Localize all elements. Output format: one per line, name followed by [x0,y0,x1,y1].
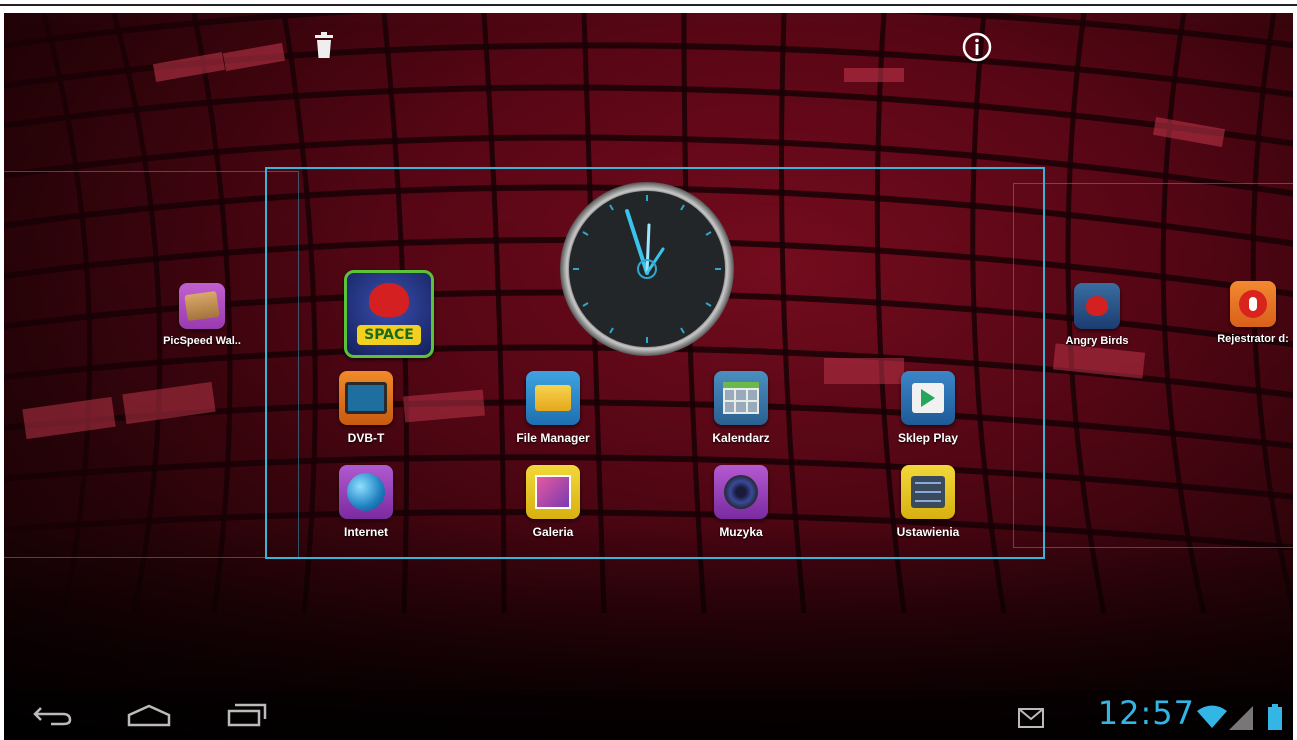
clock-face [560,182,734,356]
recorder-icon [1230,281,1276,327]
app-label: PicSpeed Wal.. [163,335,241,347]
app-label: Muzyka [719,525,763,539]
space-badge: SPACE [357,325,421,345]
app-sklep-play[interactable]: Sklep Play [868,371,988,445]
app-label: DVB-T [347,431,385,445]
tv-icon [339,371,393,425]
play-store-icon [901,371,955,425]
status-clock[interactable]: 12:57 [1098,694,1195,732]
analog-clock-widget[interactable] [559,181,735,357]
app-label: Internet [343,525,388,539]
app-info-drop-target[interactable] [959,29,995,65]
top-border [0,4,1297,6]
app-picspeed[interactable]: PicSpeed Wal.. [142,283,262,347]
settings-icon [901,465,955,519]
app-label: File Manager [516,431,590,445]
app-label: Ustawienia [896,525,960,539]
calendar-icon [714,371,768,425]
delete-drop-target[interactable] [306,27,342,63]
app-dvb-t[interactable]: DVB-T [306,371,426,445]
system-bar: 12:57 [4,690,1293,740]
wifi-icon [1197,705,1227,728]
app-ustawienia[interactable]: Ustawienia [868,465,988,539]
app-label: Angry Birds [1065,335,1129,347]
speaker-icon [714,465,768,519]
home-icon [127,704,171,727]
home-button[interactable] [124,700,174,730]
folder-icon [526,371,580,425]
recents-icon [227,703,267,727]
app-label: Kalendarz [712,431,770,445]
signal-icon [1229,706,1253,730]
app-galeria[interactable]: Galeria [493,465,613,539]
workspace-left-edge[interactable] [4,171,299,558]
app-internet[interactable]: Internet [306,465,426,539]
trash-icon [315,32,333,58]
info-icon [962,32,992,62]
app-angry-birds-space-large[interactable]: SPACE [329,270,449,358]
app-angry-birds[interactable]: Angry Birds [1037,283,1157,347]
app-kalendarz[interactable]: Kalendarz [681,371,801,445]
back-button[interactable] [28,700,78,730]
back-icon [33,707,72,726]
angry-birds-space-icon: SPACE [344,270,434,358]
app-label: Galeria [532,525,574,539]
battery-icon [1268,704,1282,730]
app-muzyka[interactable]: Muzyka [681,465,801,539]
globe-icon [339,465,393,519]
app-label: Sklep Play [897,431,959,445]
app-file-manager[interactable]: File Manager [493,371,613,445]
angry-birds-space-icon [1074,283,1120,329]
workspace-right-edge[interactable] [1013,183,1293,548]
app-rejestrator[interactable]: Rejestrator d: [1193,281,1293,345]
home-screen[interactable]: PicSpeed Wal.. Angry Birds Rejestrator d… [4,13,1293,740]
wallpaper-icon [179,283,225,329]
gallery-icon [526,465,580,519]
recents-button[interactable] [222,700,272,730]
gmail-notification-icon[interactable] [1018,708,1044,728]
app-label: Rejestrator d: [1217,333,1289,345]
